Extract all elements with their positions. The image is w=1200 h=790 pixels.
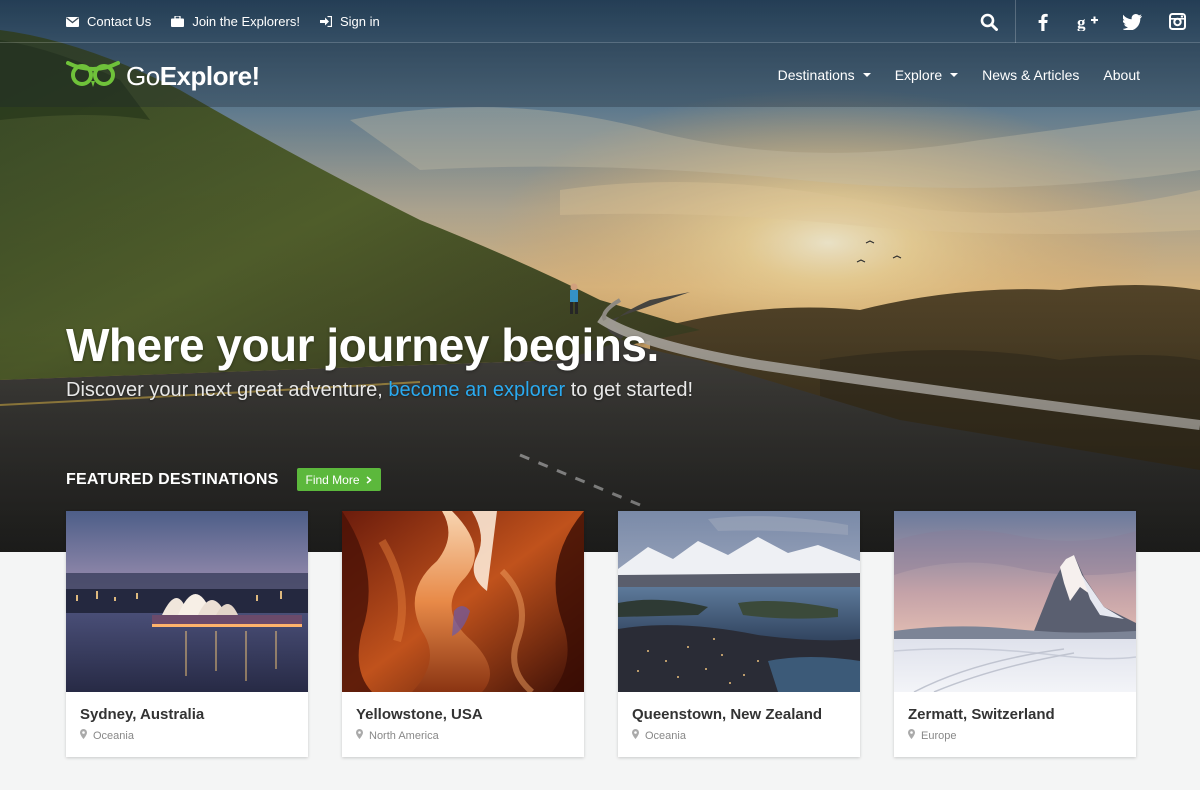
envelope-icon (66, 16, 79, 27)
nav-about[interactable]: About (1103, 67, 1140, 83)
hero-sub-before: Discover your next great adventure, (66, 379, 389, 401)
nav-about-label: About (1103, 67, 1140, 83)
nav-news-articles-label: News & Articles (982, 67, 1080, 83)
nav-destinations-label: Destinations (777, 67, 855, 83)
brand-logo[interactable]: GoExplore! (66, 59, 260, 94)
sign-in-link[interactable]: Sign in (319, 14, 380, 29)
destination-image-yellowstone (342, 511, 584, 692)
destination-region-label: Oceania (645, 729, 686, 742)
join-explorers-link[interactable]: Join the Explorers! (171, 14, 300, 29)
contact-us-link[interactable]: Contact Us (66, 14, 151, 29)
destination-card-sydney[interactable]: Sydney, Australia Oceania (66, 511, 308, 757)
destination-region: North America (356, 729, 439, 742)
briefcase-icon (171, 16, 185, 27)
nav-news-articles[interactable]: News & Articles (982, 67, 1079, 83)
destination-region: Oceania (632, 729, 686, 742)
sign-in-label: Sign in (339, 14, 380, 29)
find-more-label: Find More (305, 472, 360, 487)
brand-name-part1: Go (126, 61, 160, 91)
hero-subheadline: Discover your next great adventure, beco… (66, 379, 693, 402)
destination-region-label: Oceania (93, 729, 134, 742)
main-menu: Destinations Explore News & Articles Abo… (778, 43, 1140, 107)
destination-name: Zermatt, Switzerland (908, 706, 1055, 723)
map-marker-icon (632, 729, 639, 742)
find-more-button[interactable]: Find More (296, 468, 381, 491)
chevron-right-icon (366, 473, 372, 487)
search-icon[interactable] (966, 0, 1011, 43)
map-marker-icon (908, 729, 915, 742)
brand-name-part2: Explore! (159, 61, 261, 91)
social-bar: g (966, 0, 1200, 43)
top-utility-bar: Contact Us Join the Explorers! Sign in g (0, 0, 1200, 43)
destination-image-queenstown (618, 511, 860, 692)
social-divider (1015, 0, 1016, 43)
destination-name: Queenstown, New Zealand (632, 706, 823, 723)
svg-text:g: g (1077, 13, 1086, 31)
become-explorer-link[interactable]: become an explorer (388, 379, 565, 401)
owl-eyes-icon (66, 59, 120, 94)
nav-destinations[interactable]: Destinations (778, 67, 871, 83)
main-navbar: GoExplore! Destinations Explore News & A… (0, 43, 1200, 107)
destination-card-yellowstone[interactable]: Yellowstone, USA North America (342, 511, 584, 757)
destination-card-zermatt[interactable]: Zermatt, Switzerland Europe (894, 511, 1136, 757)
top-links: Contact Us Join the Explorers! Sign in (66, 0, 380, 43)
destination-image-zermatt (894, 511, 1136, 692)
destination-region-label: North America (369, 729, 439, 742)
map-marker-icon (80, 729, 87, 742)
featured-title: FEATURED DESTINATIONS (66, 470, 279, 488)
destination-region-label: Europe (921, 729, 957, 742)
destination-image-sydney (66, 511, 308, 692)
featured-header: FEATURED DESTINATIONS Find More (66, 468, 381, 491)
instagram-icon[interactable] (1155, 0, 1200, 43)
destination-name: Sydney, Australia (80, 706, 205, 723)
destination-card-queenstown[interactable]: Queenstown, New Zealand Oceania (618, 511, 860, 757)
destination-region: Oceania (80, 729, 134, 742)
destination-name: Yellowstone, USA (356, 706, 483, 723)
nav-explore[interactable]: Explore (894, 67, 959, 83)
caret-down-icon (950, 73, 959, 77)
join-explorers-label: Join the Explorers! (192, 14, 300, 29)
brand-name: GoExplore! (126, 61, 260, 92)
sign-in-icon (319, 16, 332, 27)
hero-headline: Where your journey begins. (66, 319, 659, 371)
destination-region: Europe (908, 729, 956, 742)
twitter-icon[interactable] (1110, 0, 1155, 43)
map-marker-icon (356, 729, 363, 742)
hero-sub-after: to get started! (565, 379, 694, 401)
contact-us-label: Contact Us (87, 14, 152, 29)
caret-down-icon (862, 73, 871, 77)
facebook-icon[interactable] (1020, 0, 1065, 43)
nav-explore-label: Explore (894, 67, 943, 83)
google-plus-icon[interactable]: g (1065, 0, 1110, 43)
